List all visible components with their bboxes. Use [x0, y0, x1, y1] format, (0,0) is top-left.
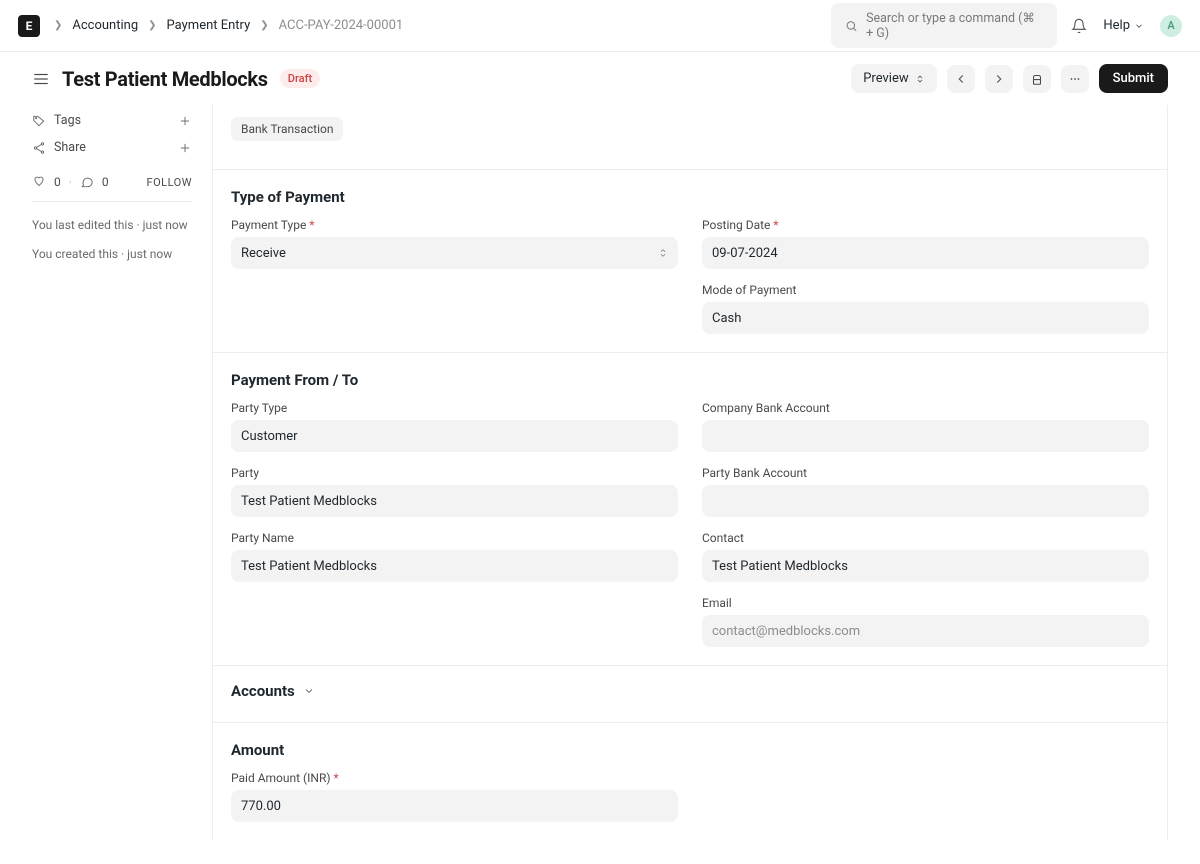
field-label: Party — [231, 466, 678, 480]
submit-button[interactable]: Submit — [1099, 64, 1168, 93]
prev-button[interactable] — [947, 65, 975, 93]
tag-icon — [32, 114, 46, 128]
section-tag-link[interactable]: Bank Transaction — [231, 117, 343, 141]
chevron-right-icon — [992, 72, 1006, 86]
paid-amount-input[interactable]: 770.00 — [231, 790, 678, 822]
field-label: Company Bank Account — [702, 401, 1149, 415]
status-badge: Draft — [280, 69, 320, 88]
follow-button[interactable]: FOLLOW — [147, 176, 192, 189]
field-label: Payment Type * — [231, 218, 678, 232]
plus-icon[interactable] — [178, 141, 192, 155]
breadcrumb-item[interactable]: Payment Entry — [167, 18, 251, 33]
field-label: Contact — [702, 531, 1149, 545]
avatar[interactable]: A — [1160, 15, 1182, 37]
field-label: Party Type — [231, 401, 678, 415]
chevron-right-icon: ❯ — [260, 20, 268, 31]
field-label: Paid Amount (INR) * — [231, 771, 678, 785]
sort-icon — [915, 74, 925, 84]
search-input[interactable]: Search or type a command (⌘ + G) — [831, 3, 1057, 48]
party-input[interactable]: Test Patient Medblocks — [231, 485, 678, 517]
breadcrumb: ❯ Accounting ❯ Payment Entry ❯ ACC-PAY-2… — [54, 18, 831, 33]
chevron-down-icon — [1134, 21, 1144, 31]
party-type-input[interactable]: Customer — [231, 420, 678, 452]
chevron-right-icon: ❯ — [54, 20, 62, 31]
edit-log: You last edited this · just now You crea… — [32, 216, 192, 264]
stats-row: 0 · 0 FOLLOW — [32, 161, 192, 202]
chevron-right-icon: ❯ — [148, 20, 156, 31]
sidebar-item-label: Share — [54, 140, 86, 155]
chevron-down-icon — [303, 685, 315, 697]
form-main: Bank Transaction Type of Payment Payment… — [212, 105, 1168, 840]
party-name-input[interactable]: Test Patient Medblocks — [231, 550, 678, 582]
contact-input[interactable]: Test Patient Medblocks — [702, 550, 1149, 582]
mode-of-payment-input[interactable]: Cash — [702, 302, 1149, 334]
sidebar: Tags Share 0 · 0 FOLL — [32, 105, 192, 840]
field-label: Mode of Payment — [702, 283, 1149, 297]
section-title: Type of Payment — [231, 188, 1149, 206]
breadcrumb-item-current: ACC-PAY-2024-00001 — [279, 18, 404, 33]
more-button[interactable] — [1061, 65, 1089, 93]
log-entry: You last edited this · just now — [32, 216, 192, 235]
section-title: Payment From / To — [231, 371, 1149, 389]
chevron-left-icon — [954, 72, 968, 86]
dots-icon — [1068, 72, 1082, 86]
field-label: Party Name — [231, 531, 678, 545]
comments-count: 0 — [102, 175, 109, 189]
next-button[interactable] — [985, 65, 1013, 93]
page-header: Test Patient Medblocks Draft Preview Sub… — [32, 64, 1168, 93]
company-bank-account-input[interactable] — [702, 420, 1149, 452]
preview-button[interactable]: Preview — [851, 64, 936, 93]
help-button[interactable]: Help — [1103, 18, 1144, 33]
search-icon — [845, 19, 858, 33]
section-title: Amount — [231, 741, 1149, 759]
share-icon — [32, 141, 46, 155]
accounts-section-toggle[interactable]: Accounts — [231, 682, 1149, 700]
page-title: Test Patient Medblocks — [62, 67, 268, 91]
print-button[interactable] — [1023, 65, 1051, 93]
plus-icon[interactable] — [178, 114, 192, 128]
comment-icon[interactable] — [80, 175, 94, 189]
email-input[interactable]: contact@medblocks.com — [702, 615, 1149, 647]
sidebar-item-tags[interactable]: Tags — [32, 107, 192, 134]
likes-count: 0 — [54, 175, 61, 189]
party-bank-account-input[interactable] — [702, 485, 1149, 517]
topbar-actions: Help A — [1071, 15, 1182, 37]
app-logo[interactable]: E — [18, 15, 40, 37]
field-label: Party Bank Account — [702, 466, 1149, 480]
sidebar-item-share[interactable]: Share — [32, 134, 192, 161]
sidebar-item-label: Tags — [54, 113, 81, 128]
search-placeholder: Search or type a command (⌘ + G) — [866, 10, 1043, 41]
payment-type-select[interactable]: Receive — [231, 237, 678, 269]
bell-icon[interactable] — [1071, 18, 1087, 34]
field-label: Email — [702, 596, 1149, 610]
breadcrumb-item[interactable]: Accounting — [72, 18, 138, 33]
log-entry: You created this · just now — [32, 245, 192, 264]
select-caret-icon — [658, 248, 668, 258]
heart-icon[interactable] — [32, 175, 46, 189]
field-label: Posting Date * — [702, 218, 1149, 232]
printer-icon — [1030, 72, 1044, 86]
topbar: E ❯ Accounting ❯ Payment Entry ❯ ACC-PAY… — [0, 0, 1200, 52]
menu-icon[interactable] — [32, 70, 50, 88]
posting-date-input[interactable]: 09-07-2024 — [702, 237, 1149, 269]
